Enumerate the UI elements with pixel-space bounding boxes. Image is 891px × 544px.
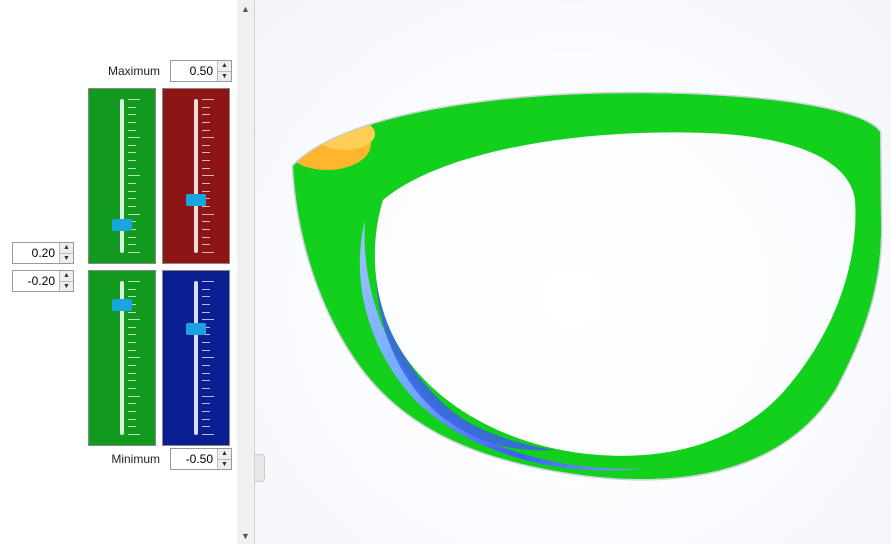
slider-lower-green[interactable] — [88, 270, 156, 446]
slider-ticks — [128, 99, 156, 253]
maximum-input[interactable] — [171, 61, 217, 81]
minimum-row: Minimum ▲ ▼ — [0, 448, 238, 470]
panel-resize-grip[interactable] — [255, 454, 265, 482]
color-range-sliders — [88, 88, 230, 446]
maximum-spinner[interactable]: ▲ ▼ — [170, 60, 232, 82]
sidebar-content: Maximum ▲ ▼ ▲ ▼ — [0, 0, 238, 544]
slider-thumb[interactable] — [186, 194, 206, 206]
slider-upper-green[interactable] — [88, 88, 156, 264]
deviation-ok-region — [293, 93, 881, 479]
lower-threshold-input[interactable] — [13, 271, 59, 291]
app-root: ▲ ▼ Maximum ▲ ▼ ▲ ▼ — [0, 0, 891, 544]
lower-step-up-icon[interactable]: ▲ — [60, 271, 73, 282]
minimum-input[interactable] — [171, 449, 217, 469]
minimum-spinner[interactable]: ▲ ▼ — [170, 448, 232, 470]
maximum-row: Maximum ▲ ▼ — [0, 60, 238, 82]
bridge-region — [863, 126, 883, 238]
sidebar-panel: ▲ ▼ Maximum ▲ ▼ ▲ ▼ — [0, 0, 255, 544]
slider-track — [194, 99, 198, 253]
minimum-label: Minimum — [111, 452, 160, 466]
slider-lower-blue[interactable] — [162, 270, 230, 446]
upper-threshold-input[interactable] — [13, 243, 59, 263]
deviation-high-region — [315, 118, 375, 150]
slider-thumb[interactable] — [112, 299, 132, 311]
upper-threshold-spinner[interactable]: ▲ ▼ — [12, 242, 74, 264]
max-step-down-icon[interactable]: ▼ — [218, 72, 231, 82]
upper-step-down-icon[interactable]: ▼ — [60, 254, 73, 264]
threshold-spinners: ▲ ▼ ▲ ▼ — [12, 242, 74, 292]
max-step-up-icon[interactable]: ▲ — [218, 61, 231, 72]
min-step-up-icon[interactable]: ▲ — [218, 449, 231, 460]
min-step-down-icon[interactable]: ▼ — [218, 460, 231, 470]
slider-ticks — [128, 281, 156, 435]
sidebar-scrollbar[interactable]: ▲ ▼ — [237, 0, 254, 544]
slider-ticks — [202, 281, 230, 435]
slider-track — [194, 281, 198, 435]
viewport-3d[interactable] — [255, 0, 891, 544]
lower-threshold-spinner[interactable]: ▲ ▼ — [12, 270, 74, 292]
lower-step-down-icon[interactable]: ▼ — [60, 282, 73, 292]
maximum-label: Maximum — [108, 64, 160, 78]
deviation-model — [265, 70, 885, 490]
slider-thumb[interactable] — [112, 219, 132, 231]
scroll-down-icon[interactable]: ▼ — [237, 527, 254, 544]
slider-thumb[interactable] — [186, 323, 206, 335]
slider-upper-red[interactable] — [162, 88, 230, 264]
scroll-up-icon[interactable]: ▲ — [237, 0, 254, 17]
slider-ticks — [202, 99, 230, 253]
upper-step-up-icon[interactable]: ▲ — [60, 243, 73, 254]
